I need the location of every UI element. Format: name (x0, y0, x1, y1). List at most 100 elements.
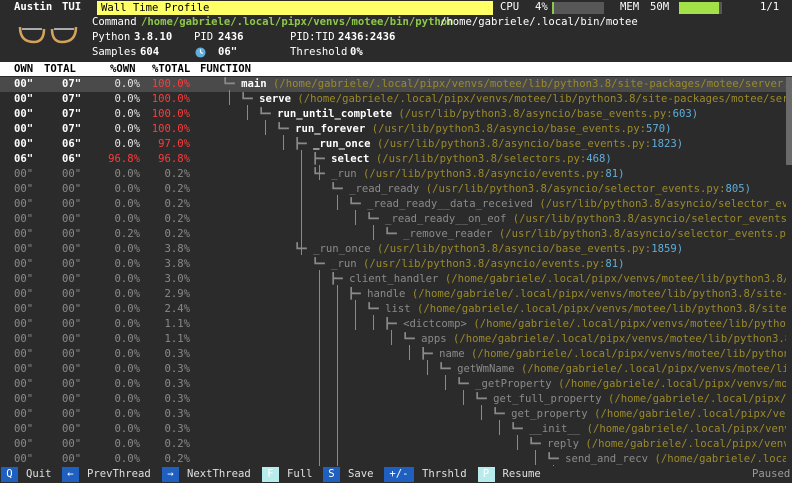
total-percent: 0.2% (164, 453, 190, 465)
table-row[interactable]: 00" 00" 0.0% 0.2% ┗━ _run (/usr/lib/python3.… (0, 167, 786, 182)
tree-guide-line (427, 360, 428, 375)
table-row[interactable]: 00" 00" 0.0% 0.2% ┗━ reply (/home/gabriele/.… (0, 437, 786, 452)
own-percent: 0.0% (114, 213, 140, 225)
function-cell[interactable]: ┗━ run_until_complete (/usr/lib/python3.… (258, 107, 786, 122)
table-row[interactable]: 00" 00" 0.0% 0.3% ┗━ __init__ (/home/gabriel… (0, 422, 786, 437)
table-row[interactable]: 00" 00" 0.0% 2.9% ┣━ handle (/home/gabriele/… (0, 287, 786, 302)
function-cell[interactable]: ┣━ <dictcomp> (/home/gabriele/.local/pip… (384, 317, 786, 332)
total-time: 00" (62, 453, 82, 465)
function-cell[interactable]: ┗━ _remove_reader (/usr/lib/python3.8/as… (384, 227, 786, 242)
function-cell[interactable]: ┗━ run_forever (/usr/lib/python3.8/async… (276, 122, 786, 137)
total-percent: 0.3% (164, 348, 190, 360)
table-row[interactable]: 00" 00" 0.0% 0.3% ┗━ getWmName (/home/gabrie… (0, 362, 786, 377)
table-row[interactable]: 00" 00" 0.0% 0.2% ┗━ send_and_recv (/home/ga… (0, 452, 786, 466)
table-row[interactable]: 00" 00" 0.0% 0.3% ┗━ get_full_property (/hom… (0, 392, 786, 407)
table-row[interactable]: 00" 07" 0.0% 100.0% ┗━ serve (/home/gabriele… (0, 92, 786, 107)
function-cell[interactable]: ┗━ get_full_property (/home/gabriele/.lo… (474, 392, 786, 407)
table-row[interactable]: 00" 00" 0.0% 1.1% ┗━ apps (/home/gabriele/.l… (0, 332, 786, 347)
function-cell[interactable]: ┗━ getWmName (/home/gabriele/.local/pipx… (438, 362, 786, 377)
tree-branch-icon: ┗━ (456, 378, 476, 390)
function-name: reply (547, 438, 580, 450)
function-cell[interactable]: ┗━ list (/home/gabriele/.local/pipx/venv… (366, 302, 786, 317)
table-row[interactable]: 00" 00" 0.0% 0.2% ┗━ _read_ready__data_recei… (0, 197, 786, 212)
key-save-button[interactable]: S (323, 467, 340, 482)
total-time: 00" (62, 258, 82, 270)
own-percent: 0.0% (114, 423, 140, 435)
threshold-label: Threshold (290, 46, 348, 58)
function-cell[interactable]: ┣━ client_handler (/home/gabriele/.local… (330, 272, 786, 287)
table-row[interactable]: 00" 07" 0.0% 100.0% ┗━ run_forever (/usr/lib… (0, 122, 786, 137)
col-pown[interactable]: %OWN (110, 62, 136, 77)
own-percent: 0.0% (114, 258, 140, 270)
function-cell[interactable]: ┗━ _read_ready__on_eof (/usr/lib/python3… (366, 212, 786, 227)
line-number: 805) (725, 183, 751, 195)
tree-branch-icon: ┗━ (276, 123, 296, 135)
total-percent: 1.1% (164, 333, 190, 345)
col-own[interactable]: OWN (14, 62, 33, 77)
own-percent: 0.0% (114, 198, 140, 210)
line-number: 468) (586, 153, 612, 165)
scrollbar[interactable] (786, 77, 792, 466)
own-percent: 0.0% (114, 438, 140, 450)
function-cell[interactable]: ┗━ send_and_recv (/home/gabriele/.local/ (546, 452, 786, 466)
tree-branch-icon: ┣━ (330, 273, 350, 285)
key-prevthread-button[interactable]: ← (62, 467, 79, 482)
tree-guide-line (283, 135, 284, 150)
function-cell[interactable]: ┗━ _run (/usr/lib/python3.8/asyncio/even… (312, 167, 786, 182)
table-row[interactable]: 00" 00" 0.0% 0.2% ┗━ _read_ready__on_eof (/u… (0, 212, 786, 227)
clock-icon (195, 47, 206, 58)
table-row[interactable]: 00" 07" 0.0% 100.0% ┗━ main (/home/gabriele/… (0, 77, 786, 92)
key-resume-button[interactable]: P (477, 467, 495, 482)
table-row[interactable]: 00" 06" 0.0% 97.0% ┣━ _run_once (/usr/lib/py… (0, 137, 786, 152)
total-percent: 0.3% (164, 393, 190, 405)
own-time: 00" (14, 168, 34, 180)
key-nextthread-button[interactable]: → (162, 467, 179, 482)
function-cell[interactable]: ┗━ main (/home/gabriele/.local/pipx/venv… (222, 77, 786, 92)
mem-label: MEM (620, 1, 640, 13)
function-cell[interactable]: ┗━ _run (/usr/lib/python3.8/asyncio/even… (312, 257, 786, 272)
function-cell[interactable]: ┣━ name (/home/gabriele/.local/pipx/venv… (420, 347, 786, 362)
own-time: 00" (14, 318, 34, 330)
col-function[interactable]: FUNCTION (200, 62, 251, 77)
total-time: 00" (62, 198, 82, 210)
total-percent: 0.2% (164, 198, 190, 210)
function-cell[interactable]: ┗━ _run_once (/usr/lib/python3.8/asyncio… (294, 242, 786, 257)
table-row[interactable]: 00" 00" 0.0% 2.4% ┗━ list (/home/gabriele/.l… (0, 302, 786, 317)
table-row[interactable]: 00" 00" 0.2% 0.2% ┗━ _remove_reader (/usr/li… (0, 227, 786, 242)
function-cell[interactable]: ┗━ get_property (/home/gabriele/.local/p… (492, 407, 786, 422)
python-label: Python (92, 31, 131, 43)
table-row[interactable]: 00" 00" 0.0% 3.0% ┣━ client_handler (/home/g… (0, 272, 786, 287)
call-tree-list[interactable]: 00" 07" 0.0% 100.0% ┗━ main (/home/gabriele/… (0, 77, 786, 466)
function-cell[interactable]: ┗━ apps (/home/gabriele/.local/pipx/venv… (402, 332, 786, 347)
function-cell[interactable]: ┣━ handle (/home/gabriele/.local/pipx/ve… (348, 287, 786, 302)
table-row[interactable]: 00" 07" 0.0% 100.0% ┗━ run_until_complete (/… (0, 107, 786, 122)
col-total[interactable]: TOTAL (44, 62, 76, 77)
key-full-button[interactable]: F (262, 467, 279, 482)
function-path: (/home/gabriele/.local/pipx/venvs/motee/… (297, 93, 786, 105)
col-ptotal[interactable]: %TOTAL (152, 62, 190, 77)
function-cell[interactable]: ┣━ select (/usr/lib/python3.8/selectors.… (312, 152, 786, 167)
table-row[interactable]: 00" 00" 0.0% 0.3% ┗━ _getProperty (/home/gab… (0, 377, 786, 392)
table-row[interactable]: 00" 00" 0.0% 3.8% ┗━ _run_once (/usr/lib/pyt… (0, 242, 786, 257)
function-cell[interactable]: ┗━ _read_ready (/usr/lib/python3.8/async… (330, 182, 786, 197)
function-cell[interactable]: ┗━ reply (/home/gabriele/.local/pipx/ven… (528, 437, 786, 452)
function-cell[interactable]: ┗━ _read_ready__data_received (/usr/lib/… (348, 197, 786, 212)
table-row[interactable]: 00" 00" 0.0% 0.3% ┣━ name (/home/gabriele/.l… (0, 347, 786, 362)
key-quit-button[interactable]: Q (1, 467, 18, 482)
function-cell[interactable]: ┣━ _run_once (/usr/lib/python3.8/asyncio… (294, 137, 786, 152)
function-cell[interactable]: ┗━ serve (/home/gabriele/.local/pipx/ven… (240, 92, 786, 107)
function-cell[interactable]: ┗━ __init__ (/home/gabriele/.local/pipx/… (510, 422, 786, 437)
total-time: 00" (62, 183, 82, 195)
scrollbar-thumb[interactable] (786, 77, 792, 165)
table-row[interactable]: 06" 06" 96.8% 96.8% ┣━ select (/usr/lib/pyth… (0, 152, 786, 167)
total-time: 00" (62, 378, 82, 390)
table-row[interactable]: 00" 00" 0.0% 3.8% ┗━ _run (/usr/lib/python3.… (0, 257, 786, 272)
function-cell[interactable]: ┗━ _getProperty (/home/gabriele/.local/p… (456, 377, 786, 392)
key-thrshld-button[interactable]: +/- (384, 467, 414, 482)
function-path: (/home/gabriele/.local/pipx/venvs/motee/… (444, 273, 786, 285)
function-name: main (241, 78, 267, 90)
table-row[interactable]: 00" 00" 0.0% 1.1% ┣━ <dictcomp> (/home/gabri… (0, 317, 786, 332)
total-time: 00" (62, 363, 82, 375)
table-row[interactable]: 00" 00" 0.0% 0.3% ┗━ get_property (/home/gab… (0, 407, 786, 422)
table-row[interactable]: 00" 00" 0.0% 0.2% ┗━ _read_ready (/usr/lib/p… (0, 182, 786, 197)
